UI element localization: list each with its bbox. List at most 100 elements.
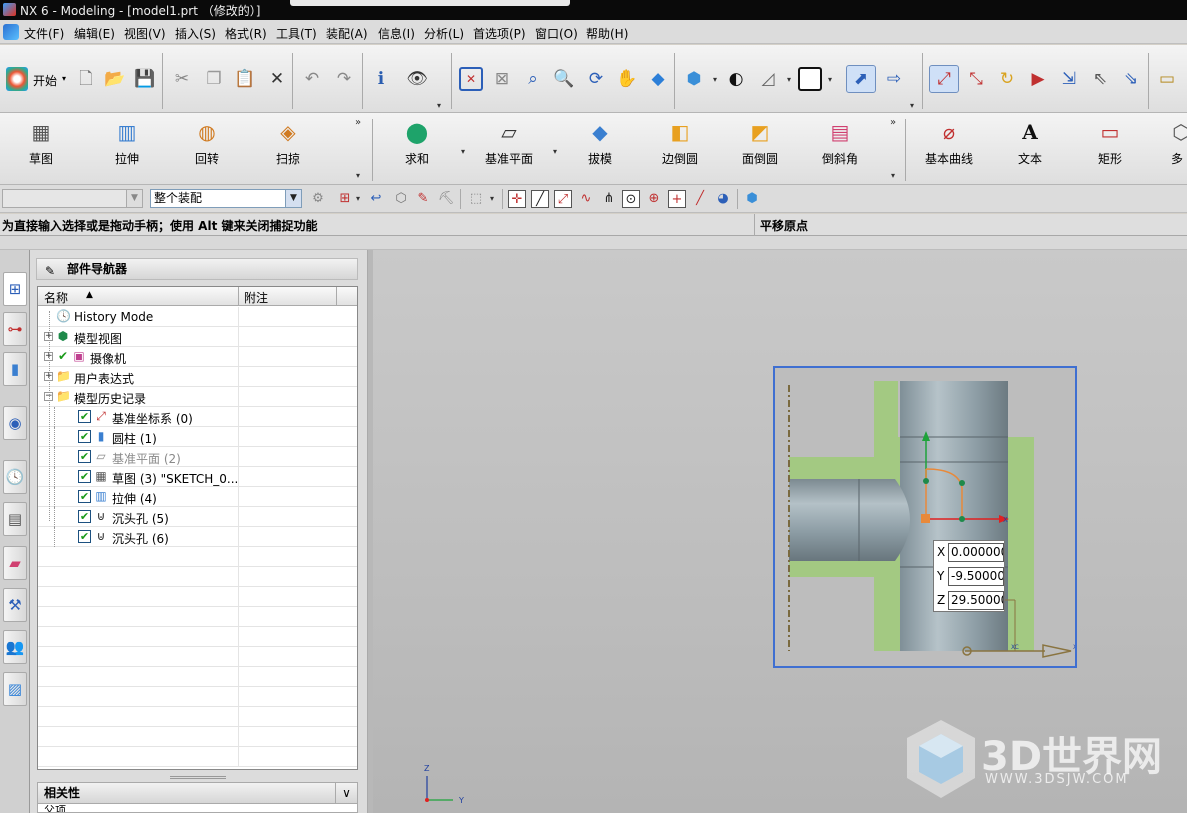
more-chevron-icon[interactable]: » — [890, 117, 896, 128]
system-scene-tab[interactable]: ▨ — [3, 672, 27, 706]
sketch-button[interactable]: ▦ 草图 — [4, 119, 78, 179]
dropdown-icon[interactable]: ▾ — [461, 147, 465, 156]
wcs-icon[interactable]: ⤢ — [929, 65, 959, 93]
menu-information[interactable]: 信息(I) — [378, 25, 415, 42]
view-section-icon[interactable]: ⇨ — [882, 67, 906, 91]
dropdown-icon[interactable]: ▾ — [356, 194, 360, 203]
origin-handle-icon[interactable] — [921, 514, 930, 523]
select-face-icon[interactable]: ⛏ — [437, 190, 455, 208]
feature-checkbox[interactable]: ✔ — [78, 530, 91, 543]
dropdown-icon[interactable]: ▾ — [787, 75, 791, 84]
snap-intersection-icon[interactable]: ⋔ — [600, 190, 618, 208]
cut-icon[interactable]: ✂ — [170, 67, 194, 91]
snap-existing-point-icon[interactable]: ✛ — [508, 190, 526, 208]
tree-row[interactable]: + ✔ ▣ 摄像机 — [38, 347, 357, 367]
render-style-icon[interactable]: ◐ — [724, 67, 748, 91]
wcs-origin-icon[interactable]: ⤡ — [964, 67, 988, 91]
snap-mid-point-icon[interactable]: ⤢ — [554, 190, 572, 208]
visualization-tab[interactable]: ▰ — [3, 546, 27, 580]
select-body-icon[interactable]: ⬡ — [392, 190, 410, 208]
column-divider[interactable] — [336, 287, 337, 306]
rectangle-button[interactable]: ▭ 矩形 — [1073, 119, 1147, 179]
perspective-icon[interactable]: ◆ — [646, 67, 670, 91]
filter-icon[interactable]: ⇘ — [1119, 67, 1143, 91]
rectangle-select-icon[interactable]: ⬚ — [467, 190, 485, 208]
tree-row[interactable]: + ⬢ 模型视图 — [38, 327, 357, 347]
menu-window[interactable]: 窗口(O) — [535, 25, 578, 42]
history-tab[interactable]: 🕓 — [3, 460, 27, 494]
feature-checkbox[interactable]: ✔ — [78, 430, 91, 443]
feature-checkbox[interactable]: ✔ — [78, 470, 91, 483]
graphics-window[interactable]: XC X X X0.000000 Y-9.500000 Z29.500000 Z… — [373, 250, 1187, 813]
dropdown-icon[interactable]: ▾ — [490, 194, 494, 203]
part-navigator-tab[interactable]: ▮ — [3, 352, 27, 386]
assembly-filter-icon[interactable]: ⚙ — [309, 190, 327, 208]
x-value-field[interactable]: 0.000000 — [948, 543, 1004, 562]
chevron-down-icon[interactable]: ∨ — [335, 783, 357, 803]
basic-curves-button[interactable]: ⌀ 基本曲线 — [912, 119, 986, 179]
unite-button[interactable]: ⬤ 求和 — [380, 119, 454, 179]
snap-point-icon[interactable]: ▶ — [1026, 67, 1050, 91]
snap-arc-center-icon[interactable]: ⊙ — [622, 190, 640, 208]
menu-assemblies[interactable]: 装配(A) — [326, 25, 368, 42]
handle-point-icon[interactable] — [923, 478, 929, 484]
check-icon[interactable]: ✔ — [58, 349, 68, 363]
dropdown-icon[interactable]: ▾ — [553, 147, 557, 156]
text-button[interactable]: A 文本 — [993, 119, 1067, 179]
binoculars-icon[interactable]: 👁 — [405, 67, 429, 91]
shaded-cube-icon[interactable]: ⬢ — [682, 67, 706, 91]
rotate-icon[interactable]: ⟳ — [584, 67, 608, 91]
model-selection-frame[interactable]: XC X X X0.000000 Y-9.500000 Z29.500000 — [773, 366, 1077, 668]
paste-icon[interactable]: 📋 — [233, 67, 257, 91]
more-chevron-icon[interactable]: » — [355, 117, 361, 128]
draft-button[interactable]: ◆ 拔模 — [563, 119, 637, 179]
menu-insert[interactable]: 插入(S) — [175, 25, 216, 42]
process-studio-tab[interactable]: ▤ — [3, 502, 27, 536]
snap-end-point-icon[interactable]: ╱ — [531, 190, 549, 208]
constraint-navigator-tab[interactable]: ⊶ — [3, 312, 27, 346]
polygon-button[interactable]: ⬡ 多 — [1150, 119, 1187, 179]
menu-view[interactable]: 视图(V) — [124, 25, 166, 42]
pin-icon[interactable]: ✎ — [45, 261, 55, 281]
roles-tab[interactable]: 👥 — [3, 630, 27, 664]
tree-row[interactable]: ✔ ⤢ 基准坐标系 (0) — [38, 407, 357, 427]
fit-icon[interactable]: ✕ — [459, 67, 483, 91]
y-value-field[interactable]: -9.500000 — [948, 567, 1004, 586]
view-orient-icon[interactable]: ⬈ — [846, 65, 876, 93]
open-folder-icon[interactable]: 📂 — [103, 67, 127, 91]
snap-bounded-grid-icon[interactable]: ◕ — [714, 190, 732, 208]
column-name-header[interactable]: 名称 — [44, 289, 68, 306]
dropdown-icon[interactable]: ▾ — [356, 171, 360, 180]
feature-checkbox[interactable]: ✔ — [78, 450, 91, 463]
save-icon[interactable]: 💾 — [133, 67, 157, 91]
dropdown-icon[interactable]: ▾ — [713, 75, 717, 84]
menu-help[interactable]: 帮助(H) — [586, 25, 628, 42]
tree-row[interactable]: ✔ ▥ 拉伸 (4) — [38, 487, 357, 507]
undo-icon[interactable]: ↶ — [300, 67, 324, 91]
snap-control-point-icon[interactable]: ∿ — [577, 190, 595, 208]
display-icon[interactable] — [798, 67, 822, 91]
menu-file[interactable]: 文件(F) — [24, 25, 64, 42]
wcs-rotate-icon[interactable]: ↻ — [995, 67, 1019, 91]
pan-icon[interactable]: ✋ — [615, 67, 639, 91]
extrude-button[interactable]: ▥ 拉伸 — [90, 119, 164, 179]
tree-row[interactable]: ✔ ▱ 基准平面 (2) — [38, 447, 357, 467]
chamfer-button[interactable]: ▤ 倒斜角 — [803, 119, 877, 179]
tree-row[interactable]: ✔ ▮ 圆柱 (1) — [38, 427, 357, 447]
edge-blend-button[interactable]: ◧ 边倒圆 — [643, 119, 717, 179]
copy-icon[interactable]: ❐ — [202, 67, 226, 91]
select-icon[interactable]: ⇲ — [1057, 67, 1081, 91]
zoom-area-icon[interactable]: ⌕ — [521, 67, 545, 91]
information-icon[interactable]: ℹ — [369, 67, 393, 91]
snap-settings-icon[interactable]: ⊞ — [336, 190, 354, 208]
column-note-header[interactable]: 附注 — [244, 289, 268, 306]
feature-checkbox[interactable]: ✔ — [78, 410, 91, 423]
face-edge-icon[interactable]: ◿ — [756, 67, 780, 91]
revolve-button[interactable]: ◍ 回转 — [170, 119, 244, 179]
start-button[interactable]: 开始 ▾ — [6, 67, 70, 91]
move-icon[interactable]: ⇖ — [1088, 67, 1112, 91]
dropdown-icon[interactable]: ▾ — [891, 171, 895, 180]
dropdown-icon[interactable]: ▾ — [910, 101, 914, 110]
measure-icon[interactable]: ▭ — [1155, 67, 1179, 91]
menu-analysis[interactable]: 分析(L) — [424, 25, 464, 42]
